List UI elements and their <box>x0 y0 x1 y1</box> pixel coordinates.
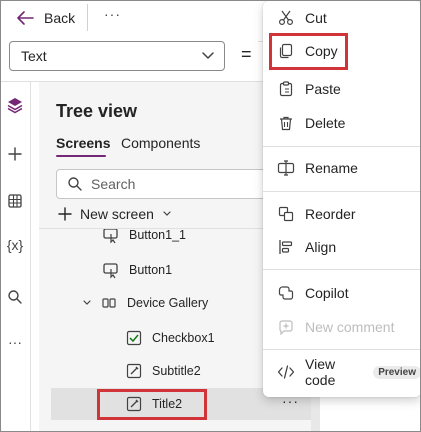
search-input[interactable] <box>91 176 251 192</box>
menu-divider <box>263 146 420 147</box>
plus-icon <box>58 207 72 221</box>
menu-item-rename[interactable]: Rename <box>263 152 420 184</box>
property-dropdown[interactable]: Text <box>9 41 225 71</box>
menu-item-view-code[interactable]: View code Preview <box>263 356 420 388</box>
tree-item-label: Subtitle2 <box>152 364 201 378</box>
chevron-down-icon <box>202 52 214 59</box>
menu-item-label: Copy <box>305 43 338 59</box>
tree-item-label: Button1_1 <box>129 228 186 242</box>
equals-sign: = <box>241 44 252 64</box>
tree-item-label: Checkbox1 <box>152 331 215 345</box>
app-window: Back ··· Text = {x} ··· Tree view Screen… <box>0 0 421 432</box>
tab-components[interactable]: Components <box>121 135 200 151</box>
align-icon <box>277 238 295 256</box>
tree-item-label: Title2 <box>152 397 183 411</box>
comment-add-icon <box>277 318 295 336</box>
preview-badge: Preview <box>373 365 420 379</box>
scissors-icon <box>277 9 295 27</box>
chevron-down-icon <box>163 211 171 216</box>
gallery-icon <box>99 293 119 313</box>
reorder-icon <box>277 205 295 223</box>
left-rail: {x} ··· <box>1 82 31 431</box>
menu-item-new-comment: New comment <box>263 311 420 343</box>
table-icon[interactable] <box>4 190 26 212</box>
paste-icon <box>277 80 295 98</box>
divider <box>87 4 88 31</box>
arrow-left-icon <box>17 11 34 25</box>
new-screen-label: New screen <box>80 206 154 222</box>
menu-item-reorder[interactable]: Reorder <box>263 198 420 230</box>
search-box[interactable] <box>56 169 286 199</box>
copilot-icon <box>277 284 295 302</box>
edit-icon <box>124 394 144 414</box>
rename-icon <box>277 159 295 177</box>
property-value: Text <box>21 48 47 64</box>
menu-divider <box>263 269 420 270</box>
variables-icon[interactable]: {x} <box>4 234 26 256</box>
menu-item-label: Paste <box>305 81 341 97</box>
menu-item-copilot[interactable]: Copilot <box>263 277 420 309</box>
menu-item-label: New comment <box>305 319 395 335</box>
menu-divider <box>263 349 420 350</box>
menu-item-copy[interactable]: Copy <box>263 35 420 67</box>
back-label: Back <box>44 10 76 26</box>
context-menu: Cut Copy Paste Delete Rename Reorder Ali… <box>263 1 420 397</box>
panel-title: Tree view <box>56 101 138 121</box>
tab-screens[interactable]: Screens <box>56 135 110 151</box>
search-icon[interactable] <box>4 286 26 308</box>
code-icon <box>277 363 295 381</box>
menu-item-align[interactable]: Align <box>263 231 420 263</box>
menu-item-label: View code <box>305 356 336 388</box>
new-screen-button[interactable]: New screen <box>58 206 172 222</box>
back-button[interactable]: Back <box>15 8 75 28</box>
menu-item-label: Cut <box>305 10 327 26</box>
menu-divider <box>263 191 420 192</box>
more-icon[interactable]: ··· <box>4 331 26 353</box>
copy-icon <box>277 42 295 60</box>
menu-item-label: Reorder <box>305 206 356 222</box>
checkbox-icon <box>124 328 144 348</box>
button-icon <box>101 260 121 280</box>
active-tab-indicator <box>56 155 106 157</box>
tree-item-label: Device Gallery <box>127 296 209 310</box>
more-options-button[interactable]: ··· <box>104 6 121 22</box>
search-icon <box>68 177 82 191</box>
menu-item-delete[interactable]: Delete <box>263 107 420 139</box>
chevron-down-icon[interactable] <box>81 293 93 313</box>
menu-item-paste[interactable]: Paste <box>263 73 420 105</box>
menu-item-label: Copilot <box>305 285 349 301</box>
menu-item-label: Rename <box>305 160 358 176</box>
layers-icon[interactable] <box>4 94 26 116</box>
menu-item-cut[interactable]: Cut <box>263 2 420 34</box>
menu-item-label: Delete <box>305 115 346 131</box>
trash-icon <box>277 114 295 132</box>
tree-item-label: Button1 <box>129 263 173 277</box>
menu-item-label: Align <box>305 239 337 255</box>
edit-icon <box>124 361 144 381</box>
plus-icon[interactable] <box>4 143 26 165</box>
